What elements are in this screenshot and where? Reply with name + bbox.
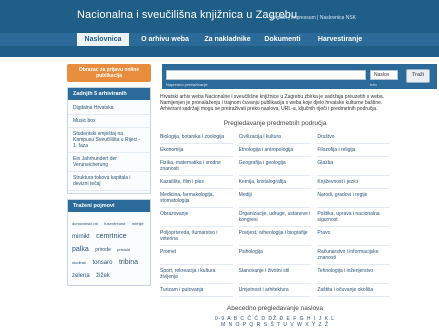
- subject-link[interactable]: Kemija, kristalografija: [238, 176, 312, 189]
- impressum-link[interactable]: Impressum: [291, 15, 316, 21]
- tag-link[interactable]: prirode: [95, 247, 111, 253]
- search-input[interactable]: [166, 70, 366, 80]
- tab-harvestiranje[interactable]: Harvestiranje: [310, 33, 370, 46]
- searched-terms-title: Traženi pojmovi: [68, 200, 150, 212]
- subject-link[interactable]: Fizika, matematika i srodne znanosti: [160, 157, 233, 176]
- subject-link[interactable]: Turizam i putovanja: [160, 284, 233, 297]
- separator: |: [288, 15, 290, 21]
- subject-link[interactable]: Stanovanje i životni stil: [238, 265, 312, 284]
- subject-link[interactable]: Narodi, gradovi i regije: [317, 189, 390, 208]
- list-item[interactable]: Studentski smještaj na Kampusu Sveučiliš…: [68, 128, 150, 153]
- subject-link[interactable]: Geografija i geologija: [238, 157, 312, 176]
- subject-link[interactable]: Povijest, arheologija i biografije: [238, 227, 312, 246]
- subject-link[interactable]: Glazba: [317, 157, 390, 176]
- tag-link[interactable]: tribina: [119, 259, 138, 266]
- list-item[interactable]: Ein Jahrhundert der Veruneicherung: [68, 153, 150, 172]
- tag-link[interactable]: zelena: [72, 273, 90, 279]
- subject-link[interactable]: Politika, uprava i nacionalna sigurnost: [317, 208, 390, 227]
- top-links: English | Impressum | Naslovnica NSK: [271, 15, 356, 21]
- subject-link[interactable]: Pravo: [317, 227, 390, 246]
- subject-link[interactable]: Ekonomija: [160, 144, 233, 157]
- tab-o-arhivu-weba[interactable]: O arhivu weba: [135, 33, 195, 46]
- alphabet-links[interactable]: 0-9 A B C Č Ć D DŽ Đ E F G H I J K L M N…: [160, 316, 390, 328]
- subject-link[interactable]: Psihologija: [238, 246, 312, 265]
- intro-text: Hrvatski arhiv weba Nacionalne i sveučil…: [160, 94, 384, 112]
- tag-link[interactable]: studirač: [72, 260, 86, 265]
- alphabet-title: Abecedno pregledavanje naslova: [226, 305, 324, 312]
- separator: |: [317, 15, 319, 21]
- searched-terms-box: Traženi pojmovi domovinski rat fusenfreu…: [67, 199, 151, 286]
- subject-link[interactable]: Tehnologija i inženjerstvo: [317, 265, 390, 284]
- tag-link[interactable]: mirnije: [132, 221, 144, 226]
- list-item[interactable]: Struktura tokova kapitala i devizni teča…: [68, 172, 150, 191]
- subjects-title: Pregledavanje predmetnih područja: [223, 120, 327, 127]
- subject-link[interactable]: Etnologija i antropologija: [238, 144, 312, 157]
- main-nav: Naslovnica O arhivu weba Za nakladnike D…: [0, 33, 439, 46]
- subject-link[interactable]: Zaštita i očuvanje okoliša: [317, 284, 390, 297]
- subject-link[interactable]: Književnost i jezici: [317, 176, 390, 189]
- tag-link[interactable]: domovinski rat: [72, 221, 98, 226]
- subject-link[interactable]: Kazalište, film i ples: [160, 176, 233, 189]
- tag-link[interactable]: žižek: [96, 273, 110, 279]
- naslovnica-nsk-link[interactable]: Naslovnica NSK: [320, 15, 356, 21]
- site-title: Nacionalna i sveučilišna knjižnica u Zag…: [77, 9, 298, 21]
- english-link[interactable]: English: [271, 15, 287, 21]
- search-bar: Naslov Traži Napredno pretraživanje Info: [162, 64, 437, 89]
- subject-link[interactable]: Računarstvo i informacijske znanosti: [317, 246, 390, 265]
- search-field-select[interactable]: Naslov: [370, 70, 398, 80]
- alphabet-row-2[interactable]: M N O P Q R S Š T U V W X Y Z Ž: [160, 322, 390, 328]
- subjects-grid: Biologija, botanika i zoologija Civiliza…: [160, 131, 390, 297]
- search-button[interactable]: Traži: [406, 69, 430, 83]
- subject-link[interactable]: Promet: [160, 246, 233, 265]
- tag-link[interactable]: fusenfreund: [104, 221, 125, 226]
- info-link[interactable]: Info: [370, 82, 377, 87]
- search-area: Naslov Traži Napredno pretraživanje Info: [162, 64, 437, 89]
- latest-archived-list: Digitalna Hrvatska Music box Studentski …: [68, 100, 150, 193]
- tag-link[interactable]: cemrtnice: [96, 233, 126, 240]
- tag-link[interactable]: pristula: [117, 247, 130, 252]
- subject-link[interactable]: Umjetnost i arhitektura: [238, 284, 312, 297]
- subject-link[interactable]: Sport, rekreacija i kultura življenja: [160, 265, 233, 284]
- tag-link[interactable]: mirnikt: [72, 234, 90, 240]
- subject-link[interactable]: Civilizacija i kultura: [238, 131, 312, 144]
- latest-archived-title: Zadnjih 5 arhiviranih: [68, 88, 150, 100]
- subject-link[interactable]: Obrazovanje: [160, 208, 233, 227]
- list-item[interactable]: Digitalna Hrvatska: [68, 102, 150, 115]
- tab-dokumenti[interactable]: Dokumenti: [260, 33, 305, 46]
- subject-link[interactable]: Poljoprivreda, šumarstvo i veterina: [160, 227, 233, 246]
- tag-cloud: domovinski rat fusenfreund mirnije mirni…: [68, 212, 150, 285]
- subject-link[interactable]: Medicina, farmakologija, stomatologija: [160, 189, 233, 208]
- subject-link[interactable]: Filozofija i religija: [317, 144, 390, 157]
- tab-za-nakladnike[interactable]: Za nakladnike: [200, 33, 255, 46]
- latest-archived-box: Zadnjih 5 arhiviranih Digitalna Hrvatska…: [67, 87, 151, 194]
- subject-link[interactable]: Mediji: [238, 189, 312, 208]
- advanced-search-link[interactable]: Napredno pretraživanje: [166, 82, 208, 87]
- site-header: Nacionalna i sveučilišna knjižnica u Zag…: [0, 0, 439, 33]
- list-item[interactable]: Music box: [68, 115, 150, 128]
- tag-link[interactable]: palka: [72, 246, 89, 253]
- promo-button[interactable]: Obrazac za prijavu online publikacija: [67, 64, 151, 82]
- tab-naslovnica[interactable]: Naslovnica: [77, 33, 129, 46]
- nav-strip: [0, 46, 439, 57]
- subject-link[interactable]: Društvo: [317, 131, 390, 144]
- subject-link[interactable]: Biologija, botanika i zoologija: [160, 131, 233, 144]
- subject-link[interactable]: Organizacije, udruge, ustanove i kongres…: [238, 208, 312, 227]
- main-content: Hrvatski arhiv weba Nacionalne i sveučil…: [160, 94, 390, 328]
- sidebar: Obrazac za prijavu online publikacija Za…: [67, 64, 151, 286]
- tag-link[interactable]: tonsaro: [92, 260, 112, 266]
